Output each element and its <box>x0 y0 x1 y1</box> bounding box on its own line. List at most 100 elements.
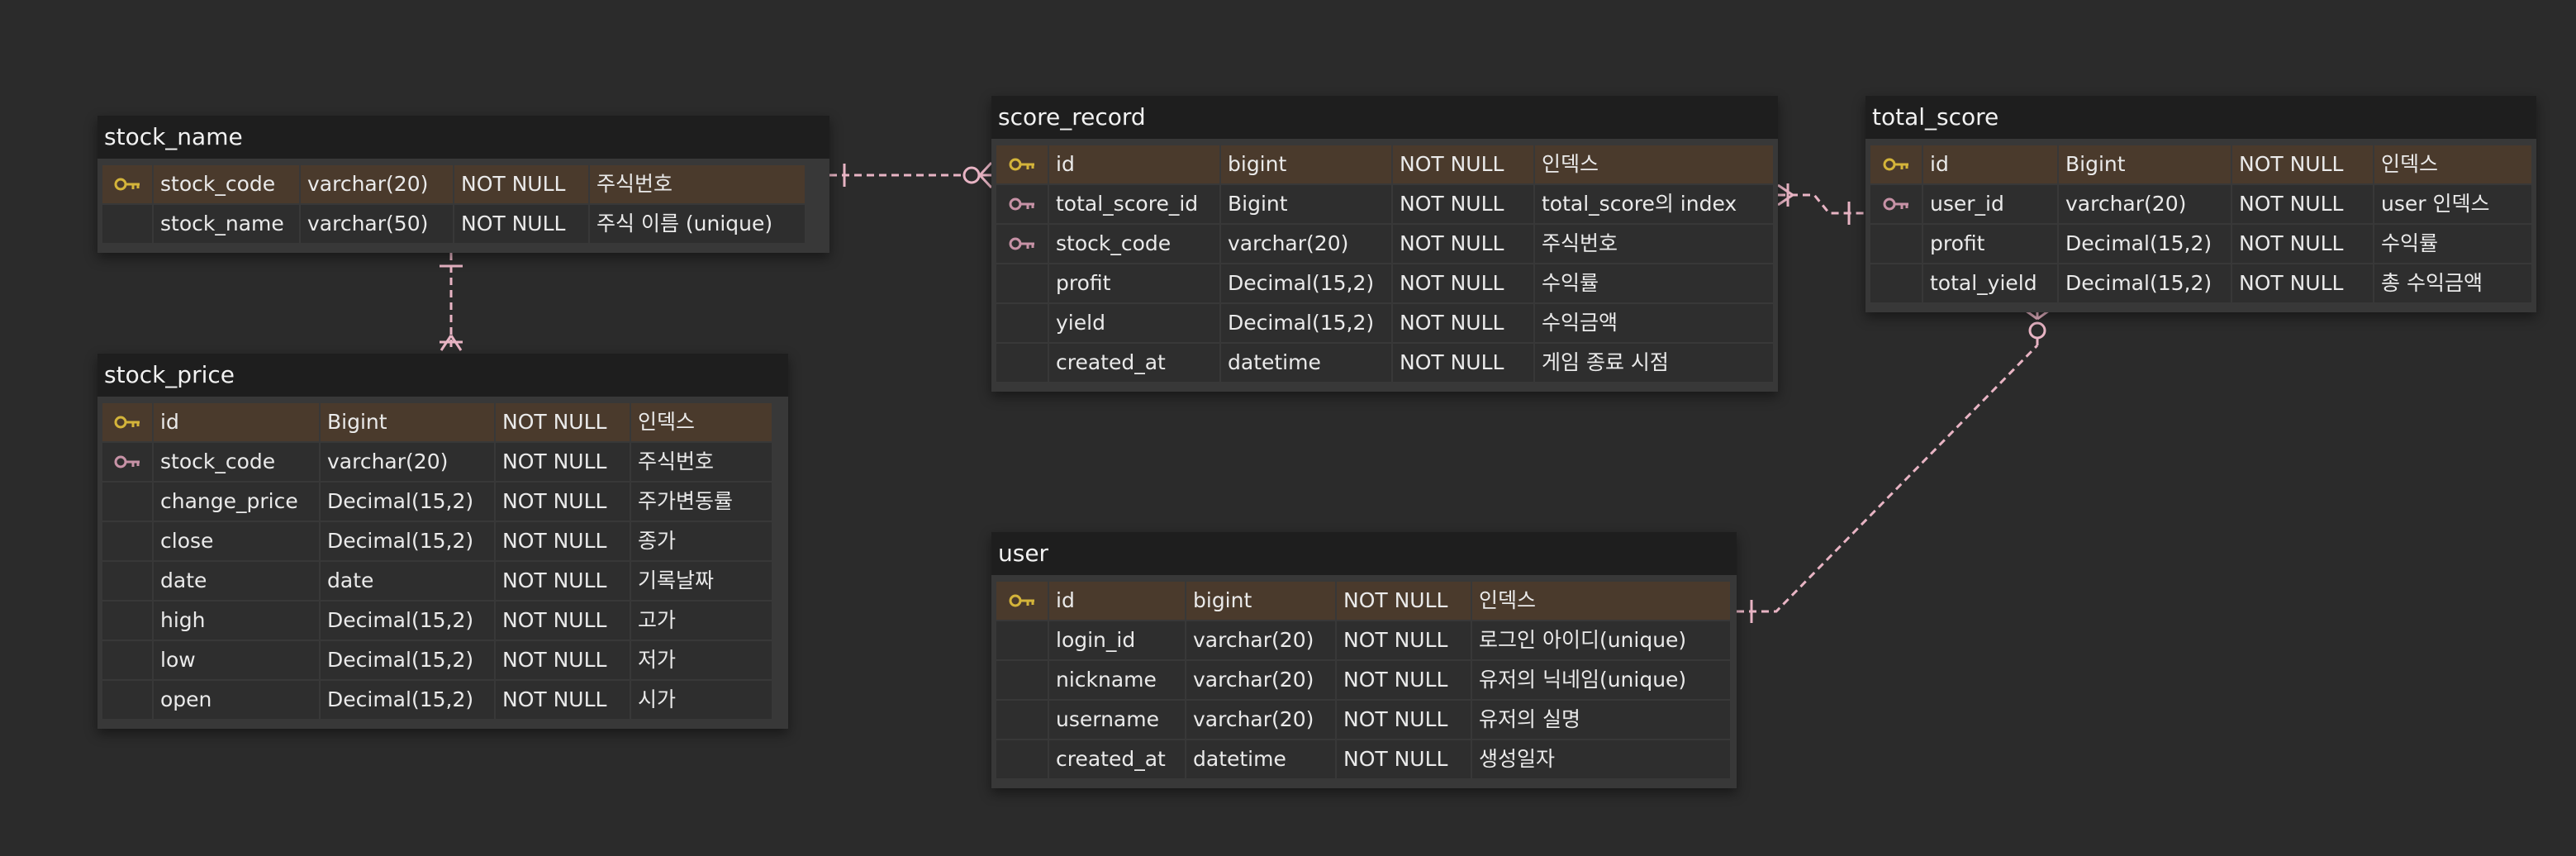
column-type: varchar(20) <box>1221 225 1391 263</box>
primary-key-icon <box>996 145 1048 183</box>
table-row[interactable]: low Decimal(15,2) NOT NULL 저가 <box>102 641 783 679</box>
column-comment: 총 수익금액 <box>2374 264 2531 302</box>
key-cell-empty <box>102 602 152 640</box>
table-row[interactable]: date date NOT NULL 기록날짜 <box>102 562 783 600</box>
table-row[interactable]: login_id varchar(20) NOT NULL 로그인 아이디(un… <box>996 621 1732 659</box>
column-type: varchar(20) <box>2059 185 2231 223</box>
column-constraint: NOT NULL <box>1393 145 1533 183</box>
column-type: Decimal(15,2) <box>321 522 494 560</box>
table-row[interactable]: high Decimal(15,2) NOT NULL 고가 <box>102 602 783 640</box>
table-row[interactable]: user_id varchar(20) NOT NULL user 인덱스 <box>1870 185 2531 223</box>
table-row[interactable]: stock_name varchar(50) NOT NULL 주식 이름 (u… <box>102 205 825 243</box>
column-type: Decimal(15,2) <box>2059 225 2231 263</box>
column-type: Decimal(15,2) <box>2059 264 2231 302</box>
column-constraint: NOT NULL <box>496 403 630 441</box>
column-type: Bigint <box>321 403 494 441</box>
relation-total-score-score-record[interactable] <box>1777 183 1865 225</box>
column-name: yield <box>1049 304 1219 342</box>
column-constraint: NOT NULL <box>1393 225 1533 263</box>
column-name: login_id <box>1049 621 1185 659</box>
table-stock-price[interactable]: stock_price id Bigint NOT NULL 인덱스 stock… <box>97 354 788 729</box>
column-type: varchar(20) <box>321 443 494 481</box>
column-type: date <box>321 562 494 600</box>
table-title: score_record <box>991 96 1778 139</box>
column-name: created_at <box>1049 344 1219 382</box>
column-constraint: NOT NULL <box>2232 185 2373 223</box>
key-cell-empty <box>102 681 152 719</box>
column-name: total_yield <box>1923 264 2057 302</box>
table-row[interactable]: yield Decimal(15,2) NOT NULL 수익금액 <box>996 304 1773 342</box>
column-name: id <box>1049 145 1219 183</box>
table-columns: id Bigint NOT NULL 인덱스 stock_code varcha… <box>97 397 788 729</box>
column-name: id <box>154 403 319 441</box>
column-comment: 유저의 실명 <box>1472 701 1730 739</box>
key-cell-empty <box>1870 264 1922 302</box>
primary-key-icon <box>1870 145 1922 183</box>
relation-stock-name-score-record[interactable] <box>829 161 993 189</box>
table-row[interactable]: stock_code varchar(20) NOT NULL 주식번호 <box>996 225 1773 263</box>
table-row[interactable]: username varchar(20) NOT NULL 유저의 실명 <box>996 701 1732 739</box>
key-cell-empty <box>102 205 152 243</box>
table-row[interactable]: profit Decimal(15,2) NOT NULL 수익률 <box>996 264 1773 302</box>
column-comment: 주가변동률 <box>631 483 772 521</box>
table-row[interactable]: id Bigint NOT NULL 인덱스 <box>1870 145 2531 183</box>
column-comment: 고가 <box>631 602 772 640</box>
key-cell-empty <box>996 740 1048 778</box>
relation-stock-name-stock-price[interactable] <box>440 253 463 351</box>
column-constraint: NOT NULL <box>454 205 588 243</box>
column-type: Decimal(15,2) <box>321 602 494 640</box>
key-cell-empty <box>996 344 1048 382</box>
table-row[interactable]: profit Decimal(15,2) NOT NULL 수익률 <box>1870 225 2531 263</box>
table-total-score[interactable]: total_score id Bigint NOT NULL 인덱스 user_… <box>1865 96 2536 312</box>
column-comment: 생성일자 <box>1472 740 1730 778</box>
primary-key-icon <box>102 165 152 203</box>
column-comment: 수익률 <box>2374 225 2531 263</box>
column-constraint: NOT NULL <box>1393 264 1533 302</box>
key-cell-empty <box>996 304 1048 342</box>
table-row[interactable]: change_price Decimal(15,2) NOT NULL 주가변동… <box>102 483 783 521</box>
table-stock-name[interactable]: stock_name stock_code varchar(20) NOT NU… <box>97 116 829 253</box>
table-columns: id bigint NOT NULL 인덱스 login_id varchar(… <box>991 575 1737 788</box>
table-row[interactable]: id bigint NOT NULL 인덱스 <box>996 145 1773 183</box>
table-row[interactable]: nickname varchar(20) NOT NULL 유저의 닉네임(un… <box>996 661 1732 699</box>
column-constraint: NOT NULL <box>1393 185 1533 223</box>
column-type: varchar(20) <box>1186 621 1335 659</box>
column-comment: 시가 <box>631 681 772 719</box>
table-row[interactable]: created_at datetime NOT NULL 게임 종료 시점 <box>996 344 1773 382</box>
table-row[interactable]: id Bigint NOT NULL 인덱스 <box>102 403 783 441</box>
table-user[interactable]: user id bigint NOT NULL 인덱스 login_id var… <box>991 532 1737 788</box>
table-row[interactable]: created_at datetime NOT NULL 생성일자 <box>996 740 1732 778</box>
key-cell-empty <box>996 701 1048 739</box>
primary-key-icon <box>102 403 152 441</box>
column-comment: 주식번호 <box>631 443 772 481</box>
column-comment: 수익금액 <box>1535 304 1773 342</box>
column-name: user_id <box>1923 185 2057 223</box>
table-score-record[interactable]: score_record id bigint NOT NULL 인덱스 tota… <box>991 96 1778 392</box>
column-comment: 인덱스 <box>1472 582 1730 620</box>
column-type: Decimal(15,2) <box>321 641 494 679</box>
column-comment: 주식 이름 (unique) <box>590 205 805 243</box>
table-row[interactable]: total_score_id Bigint NOT NULL total_sco… <box>996 185 1773 223</box>
table-row[interactable]: id bigint NOT NULL 인덱스 <box>996 582 1732 620</box>
primary-key-icon <box>996 582 1048 620</box>
table-row[interactable]: stock_code varchar(20) NOT NULL 주식번호 <box>102 165 825 203</box>
column-constraint: NOT NULL <box>1337 740 1471 778</box>
key-cell-empty <box>102 483 152 521</box>
table-row[interactable]: stock_code varchar(20) NOT NULL 주식번호 <box>102 443 783 481</box>
key-cell-empty <box>996 661 1048 699</box>
column-constraint: NOT NULL <box>1393 304 1533 342</box>
table-row[interactable]: open Decimal(15,2) NOT NULL 시가 <box>102 681 783 719</box>
column-constraint: NOT NULL <box>496 562 630 600</box>
table-row[interactable]: total_yield Decimal(15,2) NOT NULL 총 수익금… <box>1870 264 2531 302</box>
column-constraint: NOT NULL <box>1337 582 1471 620</box>
column-constraint: NOT NULL <box>496 641 630 679</box>
erd-canvas: stock_name stock_code varchar(20) NOT NU… <box>0 0 2576 856</box>
foreign-key-icon <box>102 443 152 481</box>
column-constraint: NOT NULL <box>496 681 630 719</box>
column-type: Decimal(15,2) <box>321 681 494 719</box>
column-constraint: NOT NULL <box>496 602 630 640</box>
column-constraint: NOT NULL <box>1337 621 1471 659</box>
column-comment: 주식번호 <box>590 165 805 203</box>
table-row[interactable]: close Decimal(15,2) NOT NULL 종가 <box>102 522 783 560</box>
relation-user-total-score[interactable] <box>1737 309 2050 623</box>
